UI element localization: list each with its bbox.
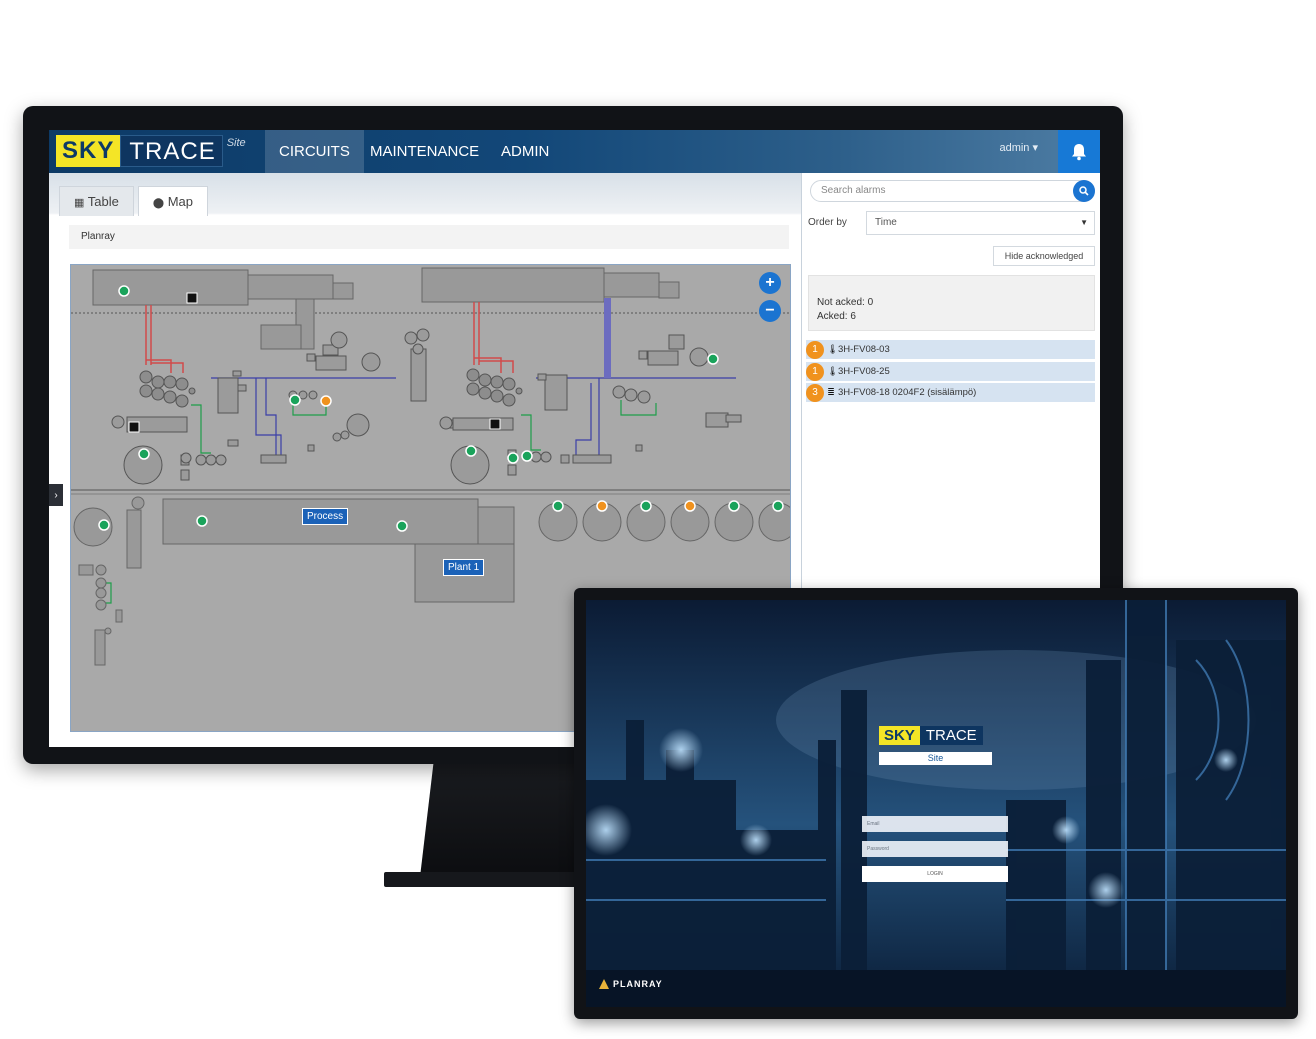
alarm-list-item[interactable]: 1 🌡︎ 3H-FV08-03 bbox=[806, 340, 1095, 359]
order-by-label: Order by bbox=[808, 217, 847, 228]
nav-maintenance[interactable]: MAINTENANCE bbox=[356, 130, 493, 173]
equipment-misc bbox=[111, 328, 742, 485]
alarm-count-badge: 1 bbox=[806, 340, 824, 359]
alarm-search-input[interactable]: Search alarms bbox=[810, 180, 1095, 202]
ack-summary: Not acked: 0 Acked: 6 bbox=[808, 275, 1095, 331]
alarm-list-item[interactable]: 3 ≣ 3H-FV08-18 0204F2 (sisälämpö) bbox=[806, 383, 1095, 402]
status-ok bbox=[196, 515, 208, 527]
status-ok bbox=[396, 520, 408, 532]
login-logo-trace: TRACE bbox=[919, 726, 983, 745]
thermometer-icon: 🌡︎ bbox=[827, 344, 839, 354]
login-logo: SKY TRACE bbox=[879, 726, 983, 745]
status-ok bbox=[507, 452, 519, 464]
search-icon bbox=[1079, 186, 1089, 196]
alarm-search-placeholder: Search alarms bbox=[821, 185, 886, 196]
status-ok bbox=[552, 500, 564, 512]
status-ok bbox=[118, 285, 130, 297]
caret-down-icon: ▼ bbox=[1080, 218, 1088, 227]
nav-admin[interactable]: ADMIN bbox=[487, 130, 563, 173]
order-by-value: Time bbox=[875, 217, 897, 228]
alarm-count-badge: 1 bbox=[806, 362, 824, 381]
top-navbar: SKY TRACE Site CIRCUITS MAINTENANCE ADMI… bbox=[49, 130, 1100, 173]
building-bottom bbox=[73, 496, 515, 666]
notifications-button[interactable] bbox=[1058, 130, 1100, 173]
planray-mark-icon bbox=[599, 979, 609, 989]
login-email-field[interactable]: Email bbox=[862, 816, 1008, 832]
status-warning bbox=[684, 500, 696, 512]
tablet-login-screen: SKY TRACE Site Email Password LOGIN PLAN… bbox=[586, 600, 1286, 1007]
alarm-name: 3H-FV08-25 bbox=[838, 366, 890, 377]
status-ok bbox=[138, 448, 150, 460]
tab-map-label: Map bbox=[167, 194, 193, 209]
login-button[interactable]: LOGIN bbox=[862, 866, 1008, 882]
user-menu[interactable]: admin ▾ bbox=[999, 130, 1038, 173]
alarm-list-item[interactable]: 1 🌡︎ 3H-FV08-25 bbox=[806, 362, 1095, 381]
not-acked-count: Not acked: 0 bbox=[817, 297, 874, 308]
status-ok bbox=[640, 500, 652, 512]
thermometer-icon: 🌡︎ bbox=[827, 366, 839, 376]
status-ok bbox=[772, 500, 784, 512]
sidebar-toggle-button[interactable]: › bbox=[49, 484, 63, 506]
breadcrumb: Planray bbox=[69, 225, 789, 249]
table-icon: ▦ bbox=[74, 197, 85, 209]
acked-count: Acked: 6 bbox=[817, 311, 856, 322]
status-ok bbox=[289, 394, 301, 406]
status-ok bbox=[707, 353, 719, 365]
building-right-top bbox=[421, 267, 680, 303]
building-left-top bbox=[92, 269, 354, 350]
status-ok bbox=[98, 519, 110, 531]
zoom-in-button[interactable]: + bbox=[759, 272, 781, 294]
nav-circuits[interactable]: CIRCUITS bbox=[265, 130, 364, 173]
status-ok bbox=[465, 445, 477, 457]
hide-acknowledged-button[interactable]: Hide acknowledged bbox=[993, 246, 1095, 266]
tab-map[interactable]: ⬤ Map bbox=[137, 186, 208, 216]
planray-logo: PLANRAY bbox=[598, 978, 663, 990]
alarm-count-badge: 3 bbox=[806, 383, 824, 402]
app-logo[interactable]: SKY TRACE Site bbox=[56, 135, 246, 167]
login-logo-site: Site bbox=[879, 752, 992, 765]
alarm-search-button[interactable] bbox=[1073, 180, 1095, 202]
logo-trace: TRACE bbox=[120, 135, 223, 167]
database-icon: ≣ bbox=[827, 387, 835, 397]
status-warning bbox=[320, 395, 332, 407]
logo-site: Site bbox=[226, 137, 246, 149]
status-ok bbox=[521, 450, 533, 462]
planray-name: PLANRAY bbox=[613, 979, 663, 989]
map-marker-icon: ⬤ bbox=[152, 198, 165, 209]
login-password-field[interactable]: Password bbox=[862, 841, 1008, 857]
monitor-stand-neck bbox=[420, 762, 590, 877]
map-label-plant[interactable]: Plant 1 bbox=[443, 559, 485, 576]
logo-sky: SKY bbox=[56, 135, 121, 167]
status-ok bbox=[728, 500, 740, 512]
login-password-placeholder: Password bbox=[867, 846, 889, 852]
tab-table-label: Table bbox=[87, 194, 119, 209]
zoom-out-button[interactable]: − bbox=[759, 300, 781, 322]
roller-cluster-right bbox=[466, 368, 523, 407]
order-by-select[interactable]: Time ▼ bbox=[866, 211, 1095, 235]
status-warning bbox=[596, 500, 608, 512]
roller-cluster-left bbox=[139, 370, 196, 408]
login-email-placeholder: Email bbox=[867, 821, 880, 827]
login-logo-sky: SKY bbox=[879, 726, 920, 745]
tab-table[interactable]: ▦ Table bbox=[59, 186, 134, 216]
alarm-name: 3H-FV08-03 bbox=[838, 344, 890, 355]
refinery-background bbox=[586, 600, 1286, 1007]
tank-row bbox=[538, 502, 790, 542]
view-tabs: ▦ Table ⬤ Map bbox=[59, 186, 208, 216]
map-label-process[interactable]: Process bbox=[302, 508, 349, 525]
monitor-stand-base bbox=[384, 872, 594, 887]
alarm-name: 3H-FV08-18 0204F2 (sisälämpö) bbox=[838, 387, 977, 398]
pipe-purple bbox=[604, 298, 611, 378]
bell-icon bbox=[1072, 143, 1086, 160]
